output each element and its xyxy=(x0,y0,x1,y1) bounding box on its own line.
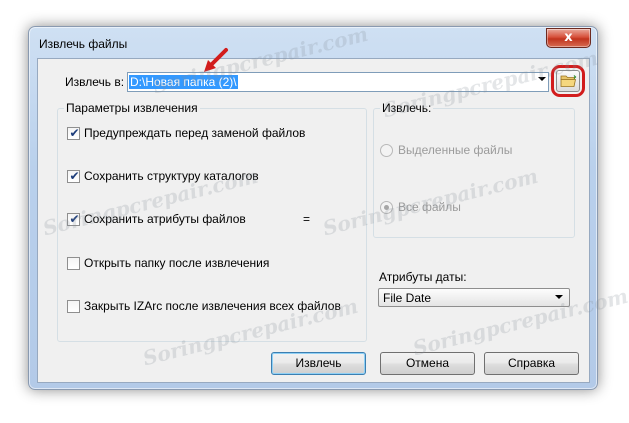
chevron-down-icon[interactable] xyxy=(555,295,563,299)
options-groupbox: Параметры извлечения ✔ Предупреждать пер… xyxy=(57,101,367,342)
checkbox-keep-attributes[interactable]: ✔ xyxy=(67,211,80,226)
option-open-folder[interactable]: Открыть папку после извлечения xyxy=(67,256,269,270)
checkbox-warn-replace[interactable]: ✔ xyxy=(67,125,80,140)
options-group-title: Параметры извлечения xyxy=(64,101,200,115)
extract-files-dialog: Извлечь файлы x Извлечь в: D:\Новая папк… xyxy=(28,26,598,390)
extract-scope-groupbox: Извлечь: Выделенные файлы Все файлы xyxy=(373,101,575,238)
option-keep-dir-structure[interactable]: ✔ Сохранить структуру каталогов xyxy=(67,169,259,183)
radio-button[interactable] xyxy=(380,143,393,157)
option-label: Открыть папку после извлечения xyxy=(84,256,270,270)
extract-button[interactable]: Извлечь xyxy=(271,352,366,375)
extract-path-combobox[interactable]: D:\Новая папка (2)\ xyxy=(127,72,549,92)
option-label: Сохранить атрибуты файлов xyxy=(84,212,246,226)
radio-selected-files[interactable]: Выделенные файлы xyxy=(380,143,512,157)
checkmark-icon: ✔ xyxy=(69,168,80,183)
date-attributes-select[interactable]: File Date xyxy=(378,288,570,307)
option-label: Закрыть IZArc после извлечения всех файл… xyxy=(84,299,341,313)
cancel-button[interactable]: Отмена xyxy=(380,352,475,375)
red-arrow-icon xyxy=(204,48,228,72)
extract-path-value[interactable]: D:\Новая папка (2)\ xyxy=(129,75,238,89)
extract-to-label: Извлечь в: xyxy=(65,75,125,89)
checkbox-close-izarc[interactable] xyxy=(67,299,80,313)
extract-scope-title: Извлечь: xyxy=(380,101,434,115)
title-bar[interactable]: Извлечь файлы x xyxy=(29,27,597,57)
dialog-client-area: Извлечь в: D:\Новая папка (2)\ Параметры… xyxy=(37,48,590,383)
radio-button[interactable] xyxy=(380,200,393,214)
radio-dot-icon xyxy=(384,204,389,210)
close-button[interactable]: x xyxy=(546,28,591,48)
folder-button-highlight xyxy=(551,65,585,97)
help-button[interactable]: Справка xyxy=(484,352,579,375)
option-keep-attributes[interactable]: ✔ Сохранить атрибуты файлов xyxy=(67,212,246,226)
option-label: Сохранить структуру каталогов xyxy=(84,169,259,183)
radio-label: Выделенные файлы xyxy=(398,143,513,157)
radio-label: Все файлы xyxy=(398,200,461,214)
chevron-down-icon[interactable] xyxy=(538,77,546,81)
radio-all-files[interactable]: Все файлы xyxy=(380,200,461,214)
date-attributes-label: Атрибуты даты: xyxy=(379,270,467,284)
date-attributes-value: File Date xyxy=(383,291,432,305)
checkbox-keep-dir-structure[interactable]: ✔ xyxy=(67,168,80,183)
checkbox-open-folder[interactable] xyxy=(67,256,80,270)
option-warn-replace[interactable]: ✔ Предупреждать перед заменой файлов xyxy=(67,126,305,140)
close-icon: x xyxy=(564,30,573,45)
checkmark-icon: ✔ xyxy=(69,125,80,140)
option-close-izarc[interactable]: Закрыть IZArc после извлечения всех файл… xyxy=(67,299,341,313)
checkmark-icon: ✔ xyxy=(69,211,80,226)
attributes-suffix: = xyxy=(303,212,311,226)
dialog-title: Извлечь файлы xyxy=(39,37,128,51)
option-label: Предупреждать перед заменой файлов xyxy=(84,126,306,140)
